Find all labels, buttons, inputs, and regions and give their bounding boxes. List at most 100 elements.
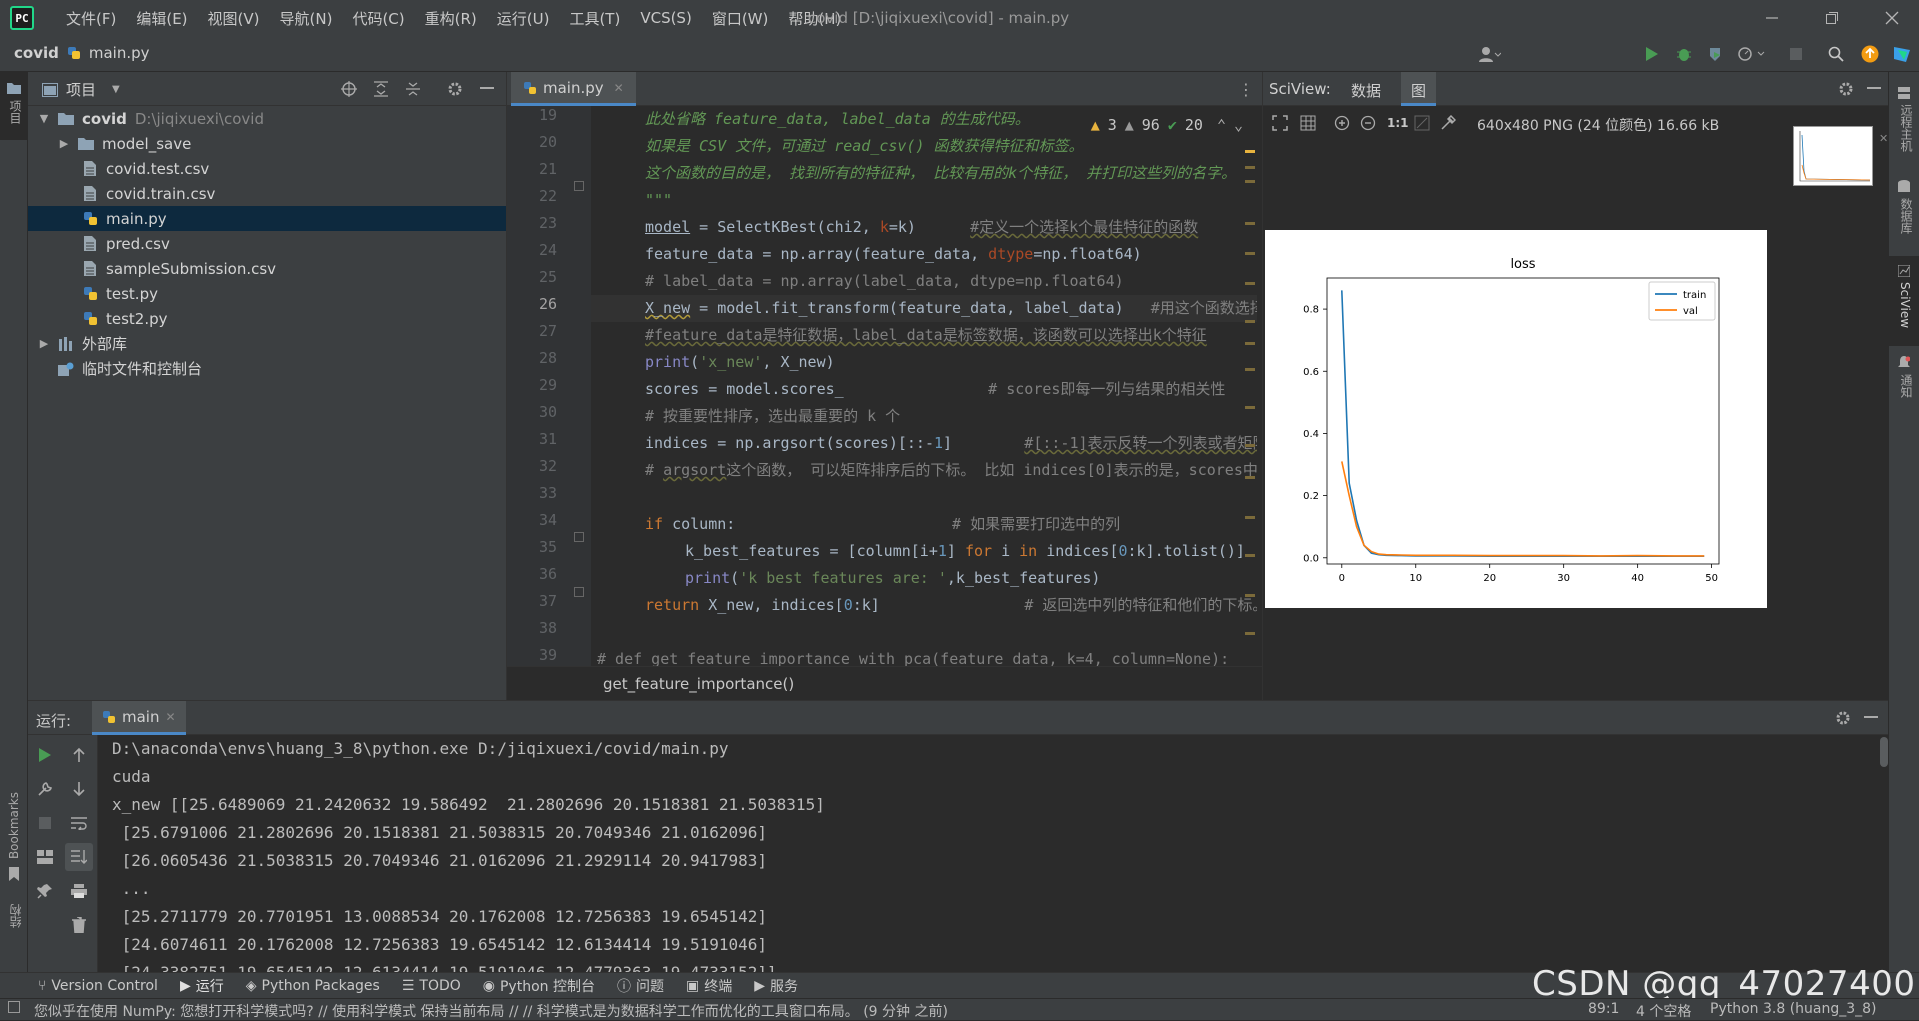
- fold-marker-icon[interactable]: [574, 587, 584, 597]
- menu-vcs[interactable]: VCS(S): [630, 9, 701, 27]
- console-scrollbar[interactable]: [1880, 737, 1888, 767]
- fold-marker-icon[interactable]: [574, 532, 584, 542]
- expand-all-icon[interactable]: [372, 80, 390, 98]
- error-stripe[interactable]: [1243, 106, 1257, 666]
- gear-icon[interactable]: [446, 80, 464, 98]
- layout-icon[interactable]: [31, 843, 59, 871]
- crumb-file[interactable]: main.py: [89, 44, 150, 62]
- chevron-right-icon[interactable]: ▶: [56, 137, 72, 150]
- menu-refactor[interactable]: 重构(R): [415, 8, 487, 29]
- tree-item-external-libraries[interactable]: ▶ 外部库: [28, 331, 506, 356]
- collapse-all-icon[interactable]: [404, 80, 422, 98]
- crumb-project[interactable]: covid: [14, 44, 59, 62]
- chevron-up-icon[interactable]: ⌃: [1217, 116, 1226, 134]
- pin-icon[interactable]: [31, 877, 59, 905]
- scroll-to-end-icon[interactable]: [65, 843, 93, 871]
- interpreter-selector[interactable]: Python 3.8 (huang_3_8): [1710, 1001, 1877, 1017]
- plot-thumbnail[interactable]: [1793, 126, 1873, 186]
- print-icon[interactable]: [65, 877, 93, 905]
- restore-icon[interactable]: [1820, 6, 1844, 30]
- arrow-down-icon[interactable]: [65, 775, 93, 803]
- fit-to-window-icon[interactable]: [1271, 114, 1289, 132]
- tool-python-console[interactable]: ◉ Python 控制台: [483, 976, 595, 996]
- wrench-icon[interactable]: [31, 775, 59, 803]
- status-toggle-icon[interactable]: [8, 1001, 20, 1013]
- arrow-up-icon[interactable]: [65, 741, 93, 769]
- tool-run[interactable]: ▶ 运行: [180, 976, 224, 996]
- hide-panel-icon[interactable]: [478, 80, 496, 98]
- tree-item-scratches[interactable]: 临时文件和控制台: [28, 356, 506, 381]
- color-picker-icon[interactable]: [1439, 114, 1457, 132]
- chevron-right-icon[interactable]: ▶: [36, 337, 52, 350]
- zoom-out-icon[interactable]: [1359, 114, 1377, 132]
- function-breadcrumb[interactable]: get_feature_importance(): [603, 675, 794, 693]
- menu-run[interactable]: 运行(U): [487, 8, 560, 29]
- hide-panel-icon[interactable]: [1862, 709, 1880, 727]
- fold-marker-icon[interactable]: [574, 181, 584, 191]
- menu-file[interactable]: 文件(F): [56, 8, 126, 29]
- tree-item-test-py[interactable]: test.py: [28, 281, 506, 306]
- rerun-icon[interactable]: [31, 741, 59, 769]
- chevron-down-icon[interactable]: ▼: [112, 84, 120, 95]
- tool-terminal[interactable]: ▣ 终端: [686, 976, 732, 996]
- close-tab-icon[interactable]: ✕: [165, 710, 175, 724]
- structure-tool-tab[interactable]: 结构: [7, 904, 24, 928]
- close-tab-icon[interactable]: ✕: [614, 81, 624, 95]
- more-options-icon[interactable]: ⋮: [1238, 80, 1254, 99]
- tree-item-test2-py[interactable]: test2.py: [28, 306, 506, 331]
- menu-edit[interactable]: 编辑(E): [126, 8, 197, 29]
- hide-panel-icon[interactable]: [1865, 80, 1883, 98]
- tab-main-py[interactable]: main.py ✕: [511, 72, 636, 106]
- menu-view[interactable]: 视图(V): [198, 8, 270, 29]
- bookmarks-tool-tab[interactable]: Bookmarks: [7, 792, 21, 859]
- tool-problems[interactable]: ⓘ 问题: [617, 976, 664, 996]
- close-window-icon[interactable]: [1880, 6, 1904, 30]
- tree-item-pred-csv[interactable]: pred.csv: [28, 231, 506, 256]
- tool-version-control[interactable]: ⑂ Version Control: [38, 978, 158, 994]
- background-toggle-icon[interactable]: [1413, 114, 1431, 132]
- coverage-icon[interactable]: [1706, 44, 1726, 64]
- tab-plots[interactable]: 图: [1401, 72, 1437, 106]
- indent-setting[interactable]: 4 个空格: [1636, 1001, 1691, 1021]
- status-message[interactable]: 您似乎在使用 NumPy: 您想打开科学模式吗? // 使用科学模式 保持当前布…: [34, 1001, 948, 1021]
- tree-item-model-save[interactable]: ▶ model_save: [28, 131, 506, 156]
- sciview-tool-tab[interactable]: SciView: [1898, 282, 1912, 328]
- tree-item-covid-root[interactable]: ▼ covid D:\jiqixuexi\covid: [28, 106, 506, 131]
- console-output[interactable]: D:\anaconda\envs\huang_3_8\python.exe D:…: [112, 735, 1902, 973]
- jetbrains-logo-icon[interactable]: [1892, 44, 1912, 64]
- project-tool-tab[interactable]: 项目: [7, 100, 24, 124]
- database-tool-tab[interactable]: 数据库: [1898, 198, 1915, 234]
- search-icon[interactable]: [1826, 44, 1846, 64]
- project-panel-title[interactable]: 项目: [66, 79, 96, 100]
- menu-window[interactable]: 窗口(W): [702, 8, 779, 29]
- update-icon[interactable]: [1860, 44, 1880, 64]
- menu-code[interactable]: 代码(C): [342, 8, 414, 29]
- tree-item-sample-submission-csv[interactable]: sampleSubmission.csv: [28, 256, 506, 281]
- chevron-down-icon[interactable]: ▼: [36, 112, 52, 125]
- close-thumbnail-icon[interactable]: ✕: [1879, 132, 1888, 145]
- actual-size-button[interactable]: 1:1: [1387, 116, 1409, 130]
- zoom-in-icon[interactable]: [1333, 114, 1351, 132]
- tool-todo[interactable]: ☰ TODO: [402, 978, 461, 994]
- run-tab-main[interactable]: main ✕: [92, 701, 186, 735]
- soft-wrap-icon[interactable]: [65, 809, 93, 837]
- remote-host-tool-tab[interactable]: 远程主机: [1898, 104, 1915, 152]
- tree-item-covid-test-csv[interactable]: covid.test.csv: [28, 156, 506, 181]
- tree-item-covid-train-csv[interactable]: covid.train.csv: [28, 181, 506, 206]
- chevron-down-icon[interactable]: ⌄: [1234, 116, 1243, 134]
- menu-navigate[interactable]: 导航(N): [270, 8, 343, 29]
- code-area[interactable]: 此处省略 feature_data, label_data 的生成代码。 如果是…: [591, 106, 1257, 666]
- menu-tools[interactable]: 工具(T): [559, 8, 630, 29]
- minimize-icon[interactable]: [1760, 6, 1784, 30]
- tree-item-main-py[interactable]: main.py: [28, 206, 506, 231]
- gear-icon[interactable]: [1837, 80, 1855, 98]
- tool-services[interactable]: ▶ 服务: [754, 976, 798, 996]
- gear-icon[interactable]: [1834, 709, 1852, 727]
- trash-icon[interactable]: [65, 911, 93, 939]
- inspection-widget[interactable]: ▲ 3 ▲ 96 ✔ 20 ⌃ ⌄: [1086, 114, 1247, 136]
- tool-python-packages[interactable]: ◈ Python Packages: [246, 978, 380, 994]
- caret-position[interactable]: 89:1: [1588, 1001, 1619, 1017]
- user-icon[interactable]: [1476, 44, 1504, 64]
- notifications-tool-tab[interactable]: 通知: [1898, 374, 1915, 398]
- locate-icon[interactable]: [340, 80, 358, 98]
